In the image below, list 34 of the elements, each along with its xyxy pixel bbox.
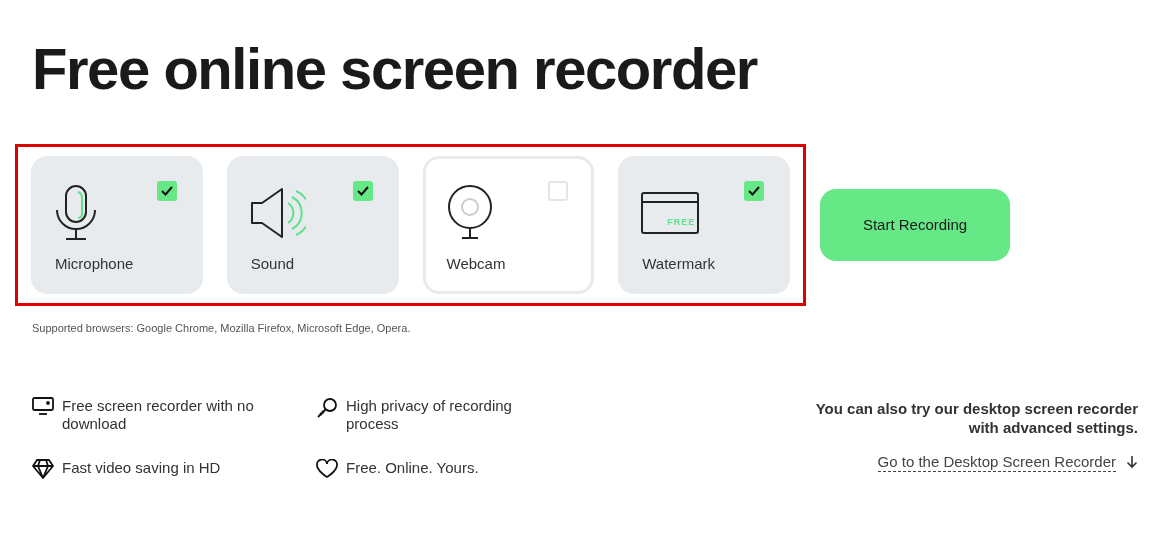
supported-browsers-note: Supported browsers: Google Chrome, Mozilla Firefox, Microsoft Edge, Opera.	[32, 321, 412, 336]
option-label: Watermark	[642, 254, 716, 274]
microphone-icon	[54, 184, 98, 242]
desktop-promo-text: You can also try our desktop screen recorder with advanced settings.	[814, 398, 1138, 437]
browser-window-icon	[641, 192, 700, 234]
option-card[interactable]: Webcam	[422, 156, 595, 294]
feature-text: Free screen recorder with no download	[62, 396, 255, 433]
key-icon	[316, 396, 338, 419]
start-recording-button[interactable]: Start Recording	[820, 189, 1010, 261]
page-heading: Free online screen recorder	[32, 36, 759, 102]
heart-icon	[316, 458, 338, 479]
feature-text: Fast video saving in HD	[62, 458, 222, 477]
option-label: Microphone	[55, 254, 134, 274]
diamond-icon	[32, 458, 54, 479]
webcam-icon	[445, 185, 494, 241]
feature-text: Free. Online. Yours.	[346, 458, 480, 477]
speaker-icon	[249, 187, 306, 239]
desktop-recorder-link[interactable]: Go to the Desktop Screen Recorder	[877, 452, 1116, 472]
option-label: Webcam	[446, 254, 506, 274]
option-card[interactable]: Microphone	[31, 156, 203, 294]
checkmark-icon	[356, 186, 369, 196]
monitor-icon	[32, 396, 54, 415]
option-card[interactable]: FREE Watermark	[618, 156, 790, 294]
checkmark-icon	[160, 186, 173, 196]
checkbox[interactable]	[352, 181, 373, 201]
checkbox[interactable]	[744, 181, 764, 201]
checkbox[interactable]	[548, 181, 569, 201]
checkmark-icon	[748, 186, 760, 196]
feature-text: High privacy of recording process	[346, 396, 513, 433]
option-label: Sound	[250, 254, 295, 274]
option-card[interactable]: Sound	[226, 156, 399, 294]
down-arrow-icon	[1126, 455, 1138, 469]
checkbox[interactable]	[156, 181, 177, 201]
free-badge-text: FREE	[667, 216, 696, 229]
